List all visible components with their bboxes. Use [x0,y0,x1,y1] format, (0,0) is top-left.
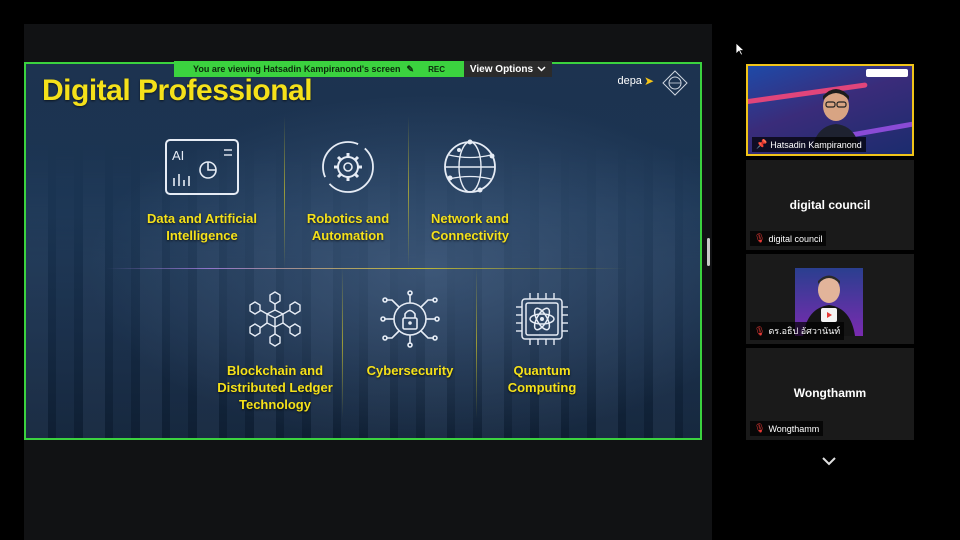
participant-name: digital council [768,233,823,244]
card-quantum: Quantum Computing [482,290,602,396]
divider-vertical [476,268,477,418]
participant-display-name: digital council [789,198,871,212]
participant-name: Wongthamm [768,423,820,434]
card-data-ai: AI Data and Artificial Intelligence [132,138,272,244]
viewing-text: You are viewing Hatsadin Kampiranond's s… [193,64,401,74]
card-label: Robotics and Automation [306,211,390,243]
view-options-button[interactable]: View Options [464,61,552,77]
participant-tile[interactable]: 📌 Hatsadin Kampiranond [746,64,914,156]
panel-resize-handle[interactable] [707,238,710,266]
depa-logo-mark: ➤ [643,74,654,88]
card-label: Quantum Computing [507,363,577,395]
participant-tile[interactable]: Wongthamm 🎙 Wongthamm [746,348,914,440]
divider-vertical [342,268,343,418]
atom-chip-icon [516,293,568,345]
network-globe-icon [444,139,496,193]
mic-muted-icon: 🎙 [754,325,766,336]
participant-name-tag: 🎙 ดร.อธิป อัศวานันท์ [750,322,845,340]
participant-display-name: Wongthamm [793,386,867,400]
scroll-down-chevron-icon[interactable] [820,455,838,467]
divider-vertical [408,116,409,268]
participant-name-tag: 🎙 digital council [750,231,827,246]
rec-indicator: REC [428,64,445,74]
svg-text:AI: AI [172,148,184,163]
card-label: Network and Connectivity [430,211,509,243]
ai-chart-icon: AI [165,139,239,195]
blockchain-cubes-icon [249,291,301,347]
participant-tile[interactable]: 🎙 ดร.อธิป อัศวานันท์ [746,254,914,344]
card-blockchain: Blockchain and Distributed Ledger Techno… [210,290,340,413]
card-label: Data and Artificial Intelligence [146,211,258,243]
seal-logo-icon [662,70,688,96]
depa-logo: depa ➤ [617,74,654,88]
depa-logo-text: depa [617,75,642,87]
logo-strip [866,69,908,77]
card-label: Cybersecurity [366,363,454,378]
shared-slide: Digital Professional depa ➤ AI Data and … [24,62,702,440]
padlock-circuit-icon [380,290,440,348]
card-robotics: Robotics and Automation [288,138,408,244]
pin-icon: 📌 [756,139,768,149]
gear-cycle-icon [322,141,374,193]
card-network: Network and Connectivity [412,138,528,244]
participant-name-tag: 🎙 Wongthamm [750,421,824,436]
mouse-cursor-icon [735,42,745,56]
divider-horizontal [106,268,626,269]
participant-name: ดร.อธิป อัศวานันท์ [768,326,841,336]
mic-muted-icon: 🎙 [754,423,766,433]
screen-share-banner: You are viewing Hatsadin Kampiranond's s… [174,61,464,77]
chevron-down-icon [537,66,546,72]
participant-name: Hatsadin Kampiranond [770,139,862,150]
participant-tile[interactable]: digital council 🎙 digital council [746,160,914,250]
participant-name-tag: 📌 Hatsadin Kampiranond [752,137,866,152]
pin-icon: ✎ [406,63,415,74]
divider-vertical [284,116,285,268]
slide-title: Digital Professional [42,74,313,107]
view-options-label: View Options [469,63,534,75]
card-cybersecurity: Cybersecurity [350,290,470,379]
card-label: Blockchain and Distributed Ledger Techno… [217,363,333,412]
mic-muted-icon: 🎙 [754,233,766,243]
